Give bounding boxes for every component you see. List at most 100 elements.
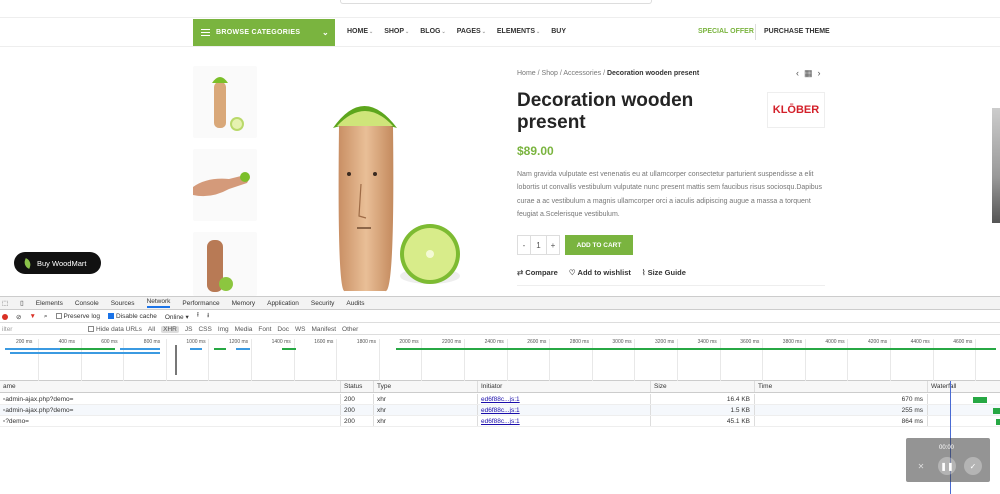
breadcrumb-home[interactable]: Home bbox=[517, 70, 536, 77]
breadcrumb-current: Decoration wooden present bbox=[606, 70, 700, 77]
breadcrumb-accessories[interactable]: Accessories bbox=[563, 70, 601, 77]
disable-cache-checkbox[interactable]: Disable cache bbox=[108, 313, 157, 320]
col-waterfall[interactable]: Waterfall bbox=[927, 381, 1000, 392]
special-offer-link[interactable]: SPECIAL OFFER bbox=[698, 28, 754, 35]
tab-security[interactable]: Security bbox=[311, 300, 334, 307]
cell-waterfall bbox=[927, 405, 1000, 415]
import-icon[interactable]: ⭱ bbox=[197, 311, 199, 322]
actions-divider bbox=[517, 285, 825, 286]
nav-item-elements[interactable]: ELEMENTS⌄ bbox=[497, 28, 540, 35]
tab-network[interactable]: Network bbox=[146, 298, 171, 308]
close-icon[interactable]: ✕ bbox=[912, 457, 930, 475]
timeline-gridline bbox=[677, 339, 678, 381]
product-thumbnail-2[interactable] bbox=[193, 149, 257, 221]
table-row[interactable]: ▫?demo= 200 xhr ed6f88c...js:1 45.1 KB 864 ms bbox=[0, 416, 1000, 427]
nav-item-shop[interactable]: SHOP⌄ bbox=[384, 28, 409, 35]
timeline-activity-bar bbox=[5, 348, 65, 350]
recorder-time: 00:00 bbox=[939, 445, 955, 451]
product-thumbnail-1[interactable] bbox=[193, 66, 257, 138]
tab-application[interactable]: Application bbox=[267, 300, 299, 307]
table-row[interactable]: ▫admin-ajax.php?demo= 200 xhr ed6f88c...js:… bbox=[0, 394, 1000, 405]
preserve-log-checkbox[interactable]: Preserve log bbox=[55, 313, 100, 320]
cell-type: xhr bbox=[373, 416, 477, 426]
throttle-select[interactable]: Online ▾ bbox=[165, 313, 189, 321]
qty-input[interactable]: 1 bbox=[530, 236, 547, 254]
col-name[interactable]: ame bbox=[0, 381, 340, 392]
qty-minus-button[interactable]: - bbox=[518, 236, 530, 254]
cell-status: 200 bbox=[340, 416, 373, 426]
timeline-gridline bbox=[634, 339, 636, 381]
size-guide-link[interactable]: ⌇ Size Guide bbox=[642, 268, 686, 277]
col-time[interactable]: Time bbox=[754, 381, 927, 392]
inspect-icon[interactable]: ⬚ bbox=[2, 299, 8, 307]
hide-data-urls-checkbox[interactable]: Hide data URLs bbox=[88, 326, 142, 333]
type-js[interactable]: JS bbox=[185, 326, 193, 333]
heart-icon: ♡ bbox=[568, 268, 576, 277]
type-media[interactable]: Media bbox=[235, 326, 253, 333]
timeline-tick-label: 2400 ms bbox=[484, 339, 504, 345]
check-icon[interactable]: ✓ bbox=[964, 457, 982, 475]
nav-item-home[interactable]: HOME⌄ bbox=[347, 28, 373, 35]
table-row[interactable]: ▫admin-ajax.php?demo= 200 xhr ed6f88c...js:… bbox=[0, 405, 1000, 416]
purchase-theme-link[interactable]: PURCHASE THEME bbox=[764, 28, 830, 35]
type-manifest[interactable]: Manifest bbox=[311, 326, 336, 333]
tab-memory[interactable]: Memory bbox=[232, 300, 255, 307]
tab-audits[interactable]: Audits bbox=[346, 300, 364, 307]
export-icon[interactable]: ⭳ bbox=[207, 311, 209, 322]
browse-categories-button[interactable]: BROWSE CATEGORIES ⌄ bbox=[193, 19, 335, 46]
request-name: admin-ajax.php?demo= bbox=[5, 396, 74, 403]
cell-initiator[interactable]: ed6f88c...js:1 bbox=[477, 416, 650, 426]
product-thumbnail-3[interactable] bbox=[193, 232, 257, 296]
cell-initiator[interactable]: ed6f88c...js:1 bbox=[477, 405, 650, 415]
brand-logo[interactable]: KLŌBER bbox=[767, 92, 825, 128]
type-css[interactable]: CSS bbox=[198, 326, 211, 333]
add-to-cart-button[interactable]: ADD TO CART bbox=[565, 235, 633, 255]
type-img[interactable]: Img bbox=[218, 326, 229, 333]
compare-link[interactable]: ⇄ Compare bbox=[517, 268, 558, 277]
tab-sources[interactable]: Sources bbox=[111, 300, 135, 307]
col-size[interactable]: Size bbox=[650, 381, 754, 392]
cell-initiator[interactable]: ed6f88c...js:1 bbox=[477, 394, 650, 404]
record-icon[interactable] bbox=[2, 313, 8, 320]
timeline-tick-label: 1200 ms bbox=[229, 339, 249, 345]
buy-woodmart-button[interactable]: Buy WoodMart bbox=[14, 252, 101, 274]
timeline-overview[interactable]: 200 ms 400 ms 600 ms 800 ms 1000 ms 1200 ms 14… bbox=[0, 339, 1000, 381]
type-xhr[interactable]: XHR bbox=[161, 325, 179, 333]
col-status[interactable]: Status bbox=[340, 381, 373, 392]
prev-product-icon[interactable]: ‹ bbox=[796, 68, 799, 79]
search-bar-edge[interactable] bbox=[340, 0, 652, 4]
product-navigation: ‹ ▦ › bbox=[796, 68, 821, 79]
grid-icon[interactable]: ▦ bbox=[804, 68, 813, 79]
timeline-tick-label: 2000 ms bbox=[399, 339, 419, 345]
next-product-icon[interactable]: › bbox=[818, 68, 821, 79]
col-initiator[interactable]: Initiator bbox=[477, 381, 650, 392]
breadcrumb-shop[interactable]: Shop bbox=[542, 70, 558, 77]
nav-item-buy[interactable]: BUY bbox=[551, 28, 566, 35]
type-doc[interactable]: Doc bbox=[277, 326, 289, 333]
type-font[interactable]: Font bbox=[258, 326, 271, 333]
pause-icon[interactable]: ❚❚ bbox=[938, 457, 956, 475]
clear-icon[interactable]: ⊘ bbox=[16, 313, 21, 321]
search-icon[interactable]: ⌕ bbox=[44, 313, 48, 321]
wishlist-link[interactable]: ♡ Add to wishlist bbox=[569, 268, 631, 277]
device-icon[interactable]: ▯ bbox=[20, 299, 24, 307]
nav-separator bbox=[755, 24, 756, 40]
nav-item-pages[interactable]: PAGES⌄ bbox=[457, 28, 486, 35]
filter-input[interactable]: ilter bbox=[2, 326, 82, 333]
menu-icon bbox=[201, 29, 210, 36]
type-ws[interactable]: WS bbox=[295, 326, 305, 333]
tab-performance[interactable]: Performance bbox=[182, 300, 219, 307]
type-all[interactable]: All bbox=[148, 326, 155, 333]
col-type[interactable]: Type bbox=[373, 381, 477, 392]
qty-plus-button[interactable]: + bbox=[547, 236, 559, 254]
product-title: Decoration wooden present bbox=[517, 90, 694, 133]
product-main-image[interactable] bbox=[267, 66, 499, 296]
tab-console[interactable]: Console bbox=[75, 300, 99, 307]
tab-elements[interactable]: Elements bbox=[36, 300, 63, 307]
type-other[interactable]: Other bbox=[342, 326, 358, 333]
timeline-tick-label: 1600 ms bbox=[314, 339, 334, 345]
cell-size: 45.1 KB bbox=[650, 416, 754, 426]
cell-type: xhr bbox=[373, 405, 477, 415]
filter-icon[interactable]: ▼ bbox=[29, 313, 35, 320]
nav-item-blog[interactable]: BLOG⌄ bbox=[420, 28, 445, 35]
